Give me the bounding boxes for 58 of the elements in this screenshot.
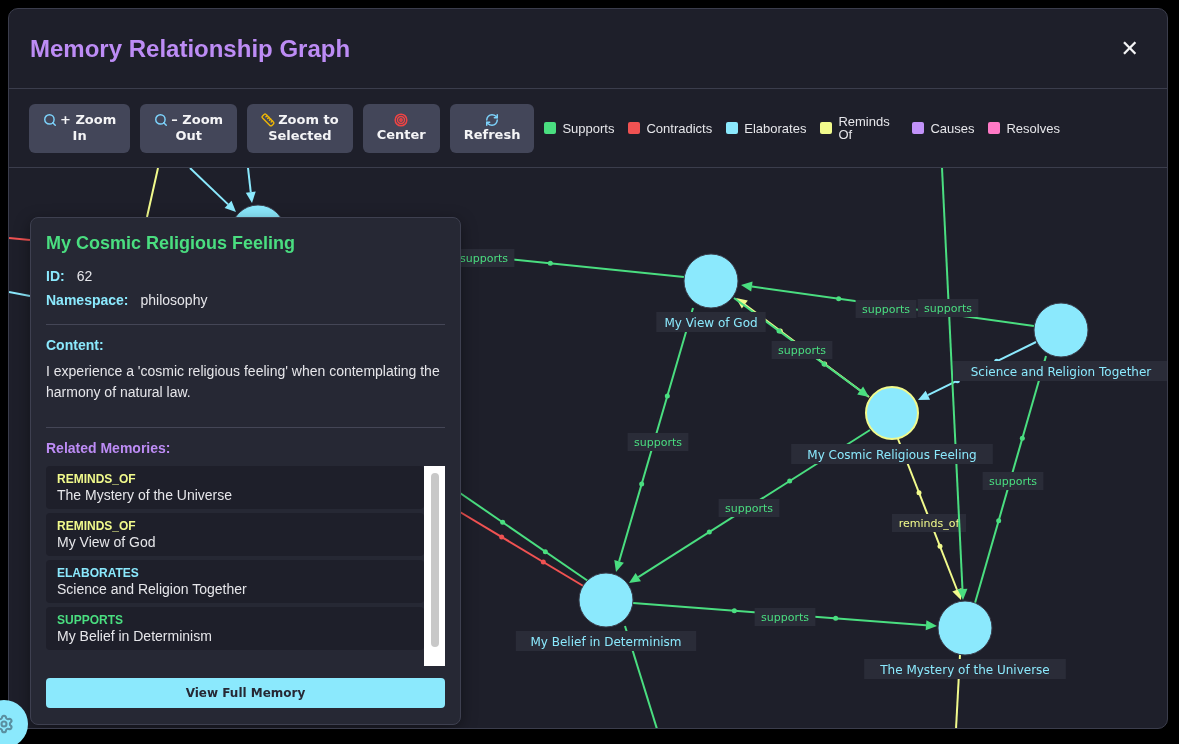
- relation-type: ELABORATES: [57, 566, 140, 580]
- legend-label: Causes: [930, 121, 975, 135]
- graph-node[interactable]: [683, 253, 739, 309]
- edge-label: supports: [627, 433, 689, 451]
- search-icon: [154, 113, 169, 127]
- node-label: Science and Religion Together: [953, 361, 1167, 381]
- relation-type: SUPPORTS: [57, 613, 124, 627]
- legend-label: Reminds Of: [838, 115, 891, 141]
- dialog-title: Memory Relationship Graph: [30, 34, 351, 63]
- relation-type: REMINDS_OF: [57, 519, 137, 533]
- gear-icon: [0, 714, 14, 734]
- section-heading: Content:: [46, 337, 105, 353]
- scrollbar[interactable]: [424, 466, 445, 666]
- node-label: My Belief in Determinism: [515, 631, 697, 651]
- node-label: My Cosmic Religious Feeling: [791, 444, 993, 464]
- legend-label: Supports: [562, 121, 615, 135]
- graph-node[interactable]: [578, 572, 634, 628]
- field-value: 62: [76, 268, 93, 284]
- graph-node[interactable]: [1033, 302, 1089, 358]
- field-label: Namespace:: [46, 292, 129, 308]
- section-heading: Related Memories:: [46, 440, 172, 456]
- node-label: My View of God: [656, 312, 766, 332]
- toolbar-button[interactable]: Center: [362, 103, 440, 153]
- relation-type: REMINDS_OF: [57, 472, 137, 486]
- refresh-icon: [485, 113, 500, 127]
- toolbar-button[interactable]: – Zoom Out: [140, 103, 238, 153]
- toolbar-button[interactable]: + Zoom In: [29, 103, 131, 153]
- ruler-icon: [261, 113, 276, 127]
- graph-node[interactable]: [937, 600, 993, 656]
- related-memory-item[interactable]: REMINDS_OF My View of God: [46, 513, 424, 556]
- related-memory-item[interactable]: REMINDS_OF The Mystery of the Universe: [46, 466, 424, 509]
- related-memory-title: My View of God: [57, 534, 157, 550]
- legend-label: Resolves: [1006, 121, 1060, 135]
- edge-label: supports: [917, 299, 979, 317]
- close-button[interactable]: ✕: [1112, 32, 1147, 65]
- node-label: The Mystery of the Universe: [864, 659, 1066, 679]
- edge-label: supports: [771, 341, 833, 359]
- edge-label: supports: [982, 472, 1044, 490]
- toolbar-button[interactable]: Zoom to Selected: [247, 103, 353, 153]
- memory-title: My Cosmic Religious Feeling: [46, 233, 297, 254]
- field-label: ID:: [46, 268, 65, 284]
- edge-label: reminds_of: [892, 514, 966, 532]
- target-icon: [394, 113, 409, 127]
- memory-content: I experience a 'cosmic religious feeling' when contemplating the harmony of natural law.: [46, 362, 441, 402]
- related-memory-title: My Belief in Determinism: [57, 628, 213, 644]
- view-full-memory-button[interactable]: View Full Memory: [46, 678, 445, 708]
- search-icon: [43, 113, 57, 127]
- related-memory-item[interactable]: SUPPORTS My Belief in Determinism: [46, 607, 424, 650]
- related-memory-title: The Mystery of the Universe: [57, 487, 234, 503]
- legend-label: Elaborates: [744, 121, 807, 135]
- field-value: philosophy: [140, 292, 208, 308]
- related-memory-title: Science and Religion Together: [57, 581, 248, 597]
- related-memory-item[interactable]: ELABORATES Science and Religion Together: [46, 560, 424, 603]
- edge-label: supports: [754, 608, 816, 626]
- legend-label: Contradicts: [646, 121, 713, 135]
- edge-label: supports: [718, 499, 780, 517]
- toolbar-button[interactable]: Refresh: [449, 103, 535, 153]
- edge-label: supports: [855, 300, 917, 318]
